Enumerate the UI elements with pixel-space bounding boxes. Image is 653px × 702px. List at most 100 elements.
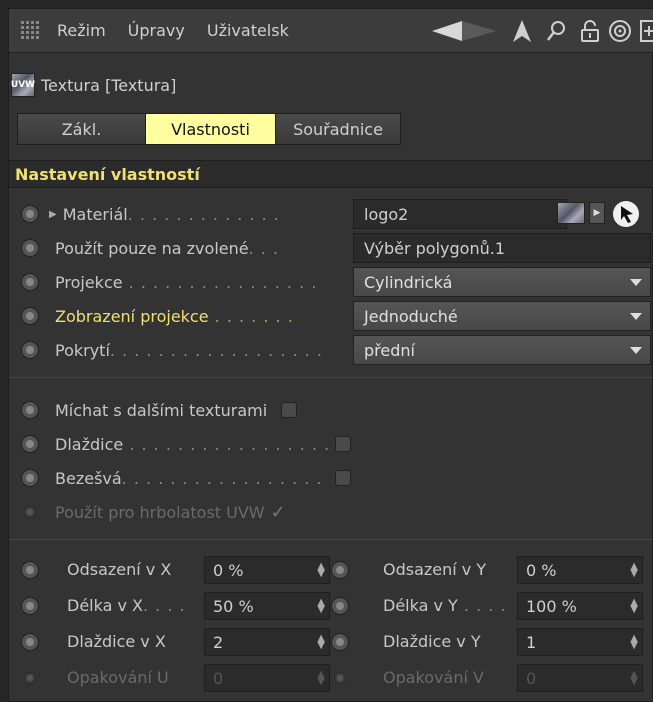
expand-triangle-icon[interactable]: ▶ [49,209,57,220]
animate-radio [24,506,36,518]
checkmark-icon: ✓ [270,501,286,523]
material-label: Materiál. . . . . . . . . . . . . [62,204,280,224]
length-y-label: Délka v Y . . . . [383,596,507,615]
pick-object-icon[interactable] [612,200,640,228]
tiles-x-label: Dlaždice v X [67,632,166,651]
repeat-u-label: Opakování U [67,668,169,687]
prop-row-restrict: Použít pouze na zvolené. . . Výběr polyg… [9,231,653,265]
animate-radio[interactable] [21,469,39,487]
chevron-down-icon [630,313,642,320]
spinner-icon[interactable]: ▲ ▼ [317,598,325,615]
animate-radio [24,672,36,684]
length-x-input[interactable]: 50 % ▲ ▼ [204,592,330,620]
animate-radio[interactable] [21,633,39,651]
seamless-checkbox[interactable] [335,470,351,486]
prop-row-side: Pokrytí. . . . . . . . . . . . . . . . .… [9,333,653,367]
toolbar-icons [418,9,653,53]
tiles-y-input[interactable]: 1 ▲ ▼ [517,628,643,656]
animate-radio[interactable] [21,273,39,291]
animate-radio [334,672,346,684]
tiles-x-input[interactable]: 2 ▲ ▼ [204,628,330,656]
check-row-bump: Použít pro hrbolatost UVW ✓ [9,495,653,529]
grip-icon[interactable] [19,19,43,43]
target-icon[interactable] [608,19,632,43]
length-x-value: 50 % [213,596,254,616]
tile-checkbox[interactable] [335,436,351,452]
spinner-icon[interactable]: ▲ ▼ [317,562,325,579]
menu-item-user[interactable]: Uživatelsk [207,21,289,40]
check-row-seamless: Bezešvá. . . . . . . . . . . . . . . . .… [9,461,653,495]
projection-display-label: Zobrazení projekce . . . . . . . [55,306,294,326]
chevron-down-icon [630,279,642,286]
mix-checkbox[interactable] [281,402,298,418]
offset-y-value: 0 % [526,560,557,580]
add-panel-icon[interactable] [640,19,653,43]
material-field[interactable]: logo2 [353,199,567,229]
spinner-icon[interactable]: ▲ ▼ [630,598,638,615]
chevron-down-icon [630,347,642,354]
projection-dropdown[interactable]: Cylindrická [353,267,651,297]
bump-label: Použít pro hrbolatost UVW [55,502,265,522]
animate-radio[interactable] [331,633,349,651]
menu-item-edit[interactable]: Úpravy [128,21,185,40]
projection-display-dropdown[interactable]: Jednoduché [353,301,651,331]
animate-radio[interactable] [21,435,39,453]
length-y-value: 100 % [526,596,577,616]
tiles-y-label: Dlaždice v Y [383,632,481,651]
projection-value: Cylindrická [364,272,453,292]
selection-field[interactable]: Výběr polygonů.1 [353,233,651,263]
mix-label: Míchat s dalšími texturami [55,400,268,420]
animate-radio[interactable] [21,561,39,579]
animate-radio[interactable] [331,597,349,615]
attribute-manager-panel: Režim Úpravy Uživatelsk UVW Textura [Tex… [8,8,653,702]
restrict-label-text: Použít pouze na zvolené [55,238,249,258]
side-label-text: Pokrytí [55,340,110,360]
back-arrow-icon[interactable] [432,19,498,43]
spinner-icon[interactable]: ▲ ▼ [317,634,325,651]
animate-radio[interactable] [21,597,39,615]
animate-radio[interactable] [21,307,39,325]
offset-x-input[interactable]: 0 % ▲ ▼ [204,556,330,584]
animate-radio[interactable] [21,341,39,359]
offset-x-label: Odsazení v X [67,560,172,579]
spinner-icon[interactable]: ▲ ▼ [630,634,638,651]
repeat-u-value: 0 [213,668,224,688]
object-title: Textura [Textura] [41,75,177,95]
length-y-input[interactable]: 100 % ▲ ▼ [517,592,643,620]
offset-y-input[interactable]: 0 % ▲ ▼ [517,556,643,584]
menu-bar: Režim Úpravy Uživatelsk [9,9,653,53]
length-y-label-text: Délka v Y [383,596,458,615]
divider [9,539,653,540]
up-arrow-icon[interactable] [512,19,532,43]
prop-row-projection-display: Zobrazení projekce . . . . . . . Jednodu… [9,299,653,333]
projection-display-value: Jednoduché [364,306,458,326]
material-menu-button[interactable]: ▶ [589,202,605,224]
offset-x-value: 0 % [213,560,244,580]
search-icon[interactable] [546,20,566,42]
tab-properties[interactable]: Vlastnosti [146,114,276,144]
material-label-text: Materiál [62,204,128,224]
animate-radio[interactable] [21,239,39,257]
material-thumb-icon [557,202,585,224]
object-header: UVW Textura [Textura] [9,65,653,105]
tile-label: Dlaždice . . . . . . . . . . . . . . . .… [55,434,329,454]
lock-icon[interactable] [580,19,600,43]
tab-basic[interactable]: Zákl. [18,114,146,144]
tab-bar: Zákl. Vlastnosti Souřadnice [17,113,401,145]
texture-tag-icon-label: UVW [10,80,36,90]
animate-radio[interactable] [21,401,39,419]
spinner-icon: ▲ ▼ [630,669,638,687]
tile-label-text: Dlaždice [55,434,124,454]
menu-item-mode[interactable]: Režim [57,21,106,40]
side-dropdown[interactable]: přední [353,335,651,365]
animate-radio[interactable] [21,205,39,223]
tab-coordinates[interactable]: Souřadnice [276,114,400,144]
restrict-label: Použít pouze na zvolené. . . [55,238,280,258]
check-row-tile: Dlaždice . . . . . . . . . . . . . . . .… [9,427,653,461]
side-label: Pokrytí. . . . . . . . . . . . . . . . .… [55,340,323,360]
repeat-v-input: 0 ▲ ▼ [517,664,643,692]
spinner-icon[interactable]: ▲ ▼ [630,562,638,579]
seamless-label: Bezešvá. . . . . . . . . . . . . . . . .… [55,468,329,488]
spinner-icon: ▲ ▼ [317,669,325,687]
animate-radio[interactable] [331,561,349,579]
